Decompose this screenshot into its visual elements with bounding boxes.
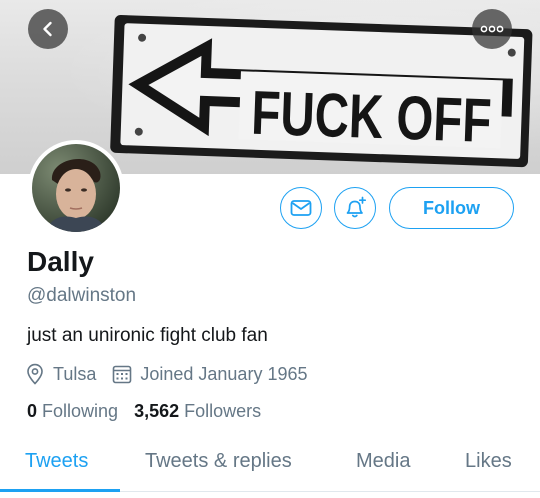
tab-tweets-replies[interactable]: Tweets & replies — [145, 450, 292, 473]
calendar-icon — [113, 365, 132, 384]
message-button[interactable] — [280, 187, 322, 229]
profile-meta: Tulsa Joined January 1965 — [25, 362, 323, 386]
more-options-button[interactable] — [472, 9, 512, 49]
sign-text: FUCK OFF — [250, 79, 492, 156]
user-handle: @dalwinston — [27, 285, 137, 306]
location-text: Tulsa — [53, 363, 97, 384]
bio-text: just an unironic fight club fan — [27, 325, 268, 346]
more-horizontal-icon — [480, 25, 504, 33]
tab-media[interactable]: Media — [356, 450, 410, 473]
envelope-icon — [290, 200, 312, 216]
following-count[interactable]: 0 — [27, 401, 37, 422]
followers-count[interactable]: 3,562 — [134, 401, 179, 422]
profile-tabs: Tweets Tweets & replies Media Likes — [0, 440, 540, 492]
active-tab-indicator — [0, 489, 120, 492]
tab-tweets[interactable]: Tweets — [25, 450, 88, 473]
followers-label[interactable]: Followers — [184, 401, 261, 422]
avatar-photo — [32, 144, 120, 232]
display-name: Dally — [27, 246, 94, 277]
follow-button[interactable]: Follow — [389, 187, 514, 229]
back-button[interactable] — [28, 9, 68, 49]
joined-date-text: Joined January 1965 — [140, 363, 308, 384]
following-label[interactable]: Following — [42, 401, 118, 422]
avatar[interactable] — [28, 140, 124, 236]
location-pin-icon — [27, 363, 43, 385]
bell-plus-icon — [346, 196, 367, 218]
tab-likes[interactable]: Likes — [465, 450, 512, 473]
follow-stats: 0 Following 3,562 Followers — [27, 401, 277, 422]
notifications-button[interactable] — [334, 187, 376, 229]
chevron-left-icon — [43, 21, 52, 37]
